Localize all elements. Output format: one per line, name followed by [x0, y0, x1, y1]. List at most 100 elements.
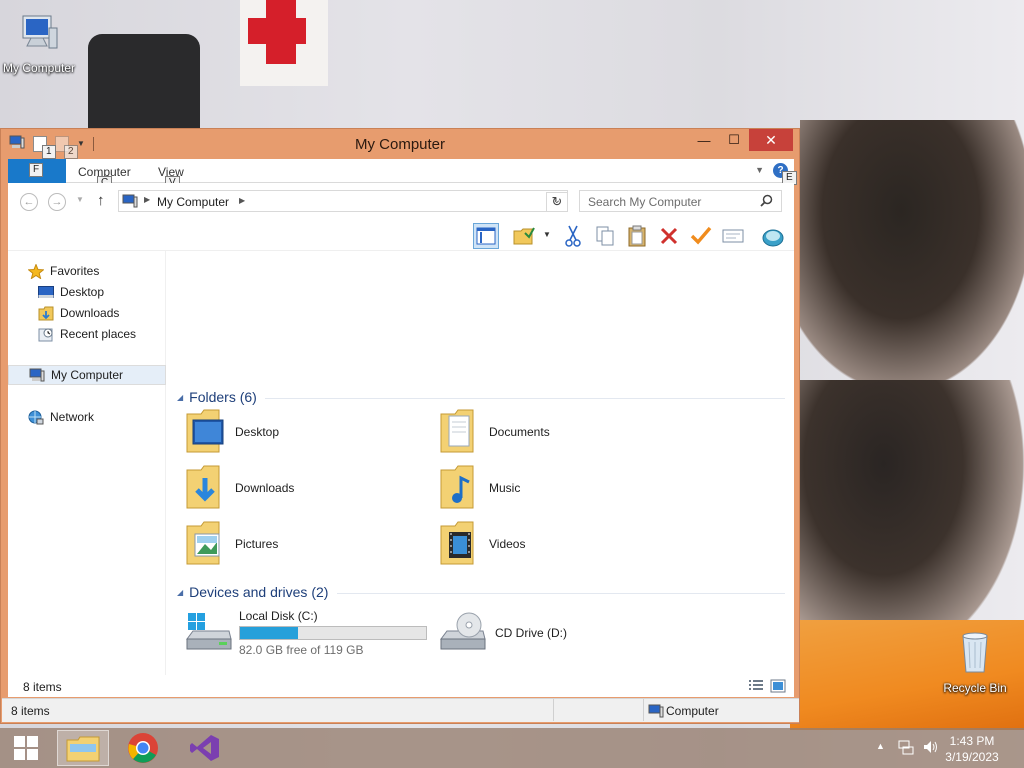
items-view: ◢ Folders (6) Desktop Documents Download… — [173, 373, 785, 673]
sidebar-item-favorites[interactable]: Favorites — [8, 261, 166, 281]
music-folder-icon — [439, 464, 481, 513]
delete-icon[interactable] — [656, 223, 682, 249]
visual-studio-icon[interactable] — [181, 730, 229, 766]
preview-pane-icon[interactable] — [473, 223, 499, 249]
group-heading: Devices and drives (2) — [189, 584, 329, 600]
search-placeholder: Search My Computer — [588, 195, 702, 209]
videos-folder-icon — [439, 520, 481, 569]
search-input[interactable]: Search My Computer — [579, 190, 782, 212]
windows-logo-icon — [14, 736, 38, 760]
sidebar-item-label: Desktop — [60, 285, 105, 299]
star-icon — [28, 263, 44, 279]
breadcrumb-chevron-icon[interactable]: ▶ — [144, 195, 150, 204]
item-count: 8 items — [23, 680, 62, 694]
computer-icon — [1, 10, 77, 57]
tab-file[interactable]: F — [8, 159, 66, 183]
taskbar: ▲ 1:43 PM 3/19/2023 — [0, 728, 1024, 768]
folder-label: Music — [489, 481, 521, 495]
folder-label: Videos — [489, 537, 526, 551]
file-explorer-icon[interactable] — [57, 730, 109, 766]
desktop-icon-label: My Computer — [2, 61, 76, 75]
folder-tile-pictures[interactable]: Pictures — [185, 518, 435, 570]
drive-label: Local Disk (C:) — [239, 609, 318, 623]
rename-icon[interactable] — [720, 223, 746, 249]
folder-tile-documents[interactable]: Documents — [439, 406, 689, 458]
group-divider — [337, 593, 785, 594]
volume-icon[interactable] — [922, 739, 938, 758]
folder-tile-desktop[interactable]: Desktop — [185, 406, 435, 458]
status-bar: 8 items Computer — [2, 698, 799, 722]
desktop-folder-icon — [185, 408, 227, 457]
folder-tile-downloads[interactable]: Downloads — [185, 462, 435, 514]
status-divider — [643, 699, 644, 721]
refresh-button[interactable]: ↻ — [546, 192, 568, 212]
minimize-button[interactable]: — — [689, 129, 719, 151]
collapse-triangle-icon[interactable]: ◢ — [177, 393, 183, 402]
window-title: My Computer — [354, 136, 446, 153]
forward-button[interactable]: → — [48, 193, 66, 211]
folder-tile-music[interactable]: Music — [439, 462, 689, 514]
copy-icon[interactable] — [592, 223, 618, 249]
close-button[interactable]: ✕ — [749, 129, 793, 151]
recent-places-icon — [38, 327, 54, 341]
large-icons-view-icon[interactable] — [770, 679, 786, 696]
folder-tile-videos[interactable]: Videos — [439, 518, 689, 570]
clock-time[interactable]: 1:43 PM — [942, 734, 1002, 748]
desktop-icon-recycle-bin[interactable]: Recycle Bin — [937, 630, 1013, 695]
drive-info: Local Disk (C:) 82.0 GB free of 119 GB — [239, 609, 427, 657]
downloads-icon — [38, 306, 54, 320]
sidebar-item-downloads[interactable]: Downloads — [8, 303, 166, 323]
back-button[interactable]: ← — [20, 193, 38, 211]
network-globe-icon[interactable] — [760, 223, 786, 249]
command-toolbar: ▼ — [8, 219, 794, 251]
folders-group-header[interactable]: ◢ Folders (6) — [177, 389, 257, 405]
breadcrumb-chevron-icon[interactable]: ▶ — [239, 196, 245, 205]
computer-icon — [29, 368, 45, 382]
up-button[interactable]: ↑ — [97, 192, 105, 209]
downloads-folder-icon — [185, 464, 227, 513]
desktop-icon-label: Recycle Bin — [943, 681, 1007, 695]
drive-label: CD Drive (D:) — [495, 626, 567, 640]
folder-options-icon[interactable] — [511, 223, 537, 249]
group-divider — [265, 398, 785, 399]
sidebar-item-label: Favorites — [50, 264, 100, 278]
paste-icon[interactable] — [624, 223, 650, 249]
wallpaper-photo-region — [800, 120, 1024, 380]
view-status-row: 8 items — [8, 675, 794, 697]
network-tray-icon[interactable] — [898, 739, 914, 758]
drive-tile-d[interactable]: CD Drive (D:) — [439, 607, 689, 659]
sidebar-item-my-computer[interactable]: My Computer — [8, 365, 166, 385]
drive-tile-c[interactable]: Local Disk (C:) 82.0 GB free of 119 GB — [185, 607, 435, 659]
wallpaper-red-cross-sign — [240, 0, 328, 86]
network-icon — [28, 410, 44, 424]
window-controls: — ☐ ✕ — [689, 129, 793, 151]
title-bar[interactable]: ▼ 1 2 My Computer — ☐ ✕ — [1, 129, 799, 159]
collapse-triangle-icon[interactable]: ◢ — [177, 588, 183, 597]
cut-icon[interactable] — [560, 223, 586, 249]
checkmark-icon[interactable] — [688, 223, 714, 249]
sidebar-item-label: My Computer — [51, 368, 124, 382]
computer-small-icon — [122, 194, 138, 211]
drives-group-header[interactable]: ◢ Devices and drives (2) — [177, 584, 328, 600]
status-item-count: 8 items — [11, 704, 50, 718]
computer-small-icon — [648, 704, 664, 721]
maximize-button[interactable]: ☐ — [719, 129, 749, 151]
expand-ribbon-chevron-icon[interactable]: ▼ — [755, 165, 764, 175]
pictures-folder-icon — [185, 520, 227, 569]
sidebar-item-network[interactable]: Network — [8, 407, 166, 427]
recent-locations-chevron-icon[interactable]: ▼ — [76, 195, 84, 204]
drive-usage-bar — [239, 626, 427, 640]
start-button[interactable] — [2, 730, 50, 766]
desktop-icon-my-computer[interactable]: My Computer — [1, 10, 77, 75]
drive-usage-fill — [240, 627, 298, 639]
sidebar-item-desktop[interactable]: Desktop — [8, 282, 166, 302]
address-bar[interactable]: ▶ My Computer ▶ ⌄ — [118, 190, 568, 212]
chrome-icon[interactable] — [119, 730, 167, 766]
sidebar-item-recent-places[interactable]: Recent places — [8, 324, 166, 344]
dropdown-chevron-icon[interactable]: ▼ — [543, 230, 551, 239]
keytip: F — [29, 163, 44, 177]
details-view-icon[interactable] — [748, 679, 764, 696]
search-icon[interactable] — [760, 194, 773, 210]
show-hidden-icons-chevron[interactable]: ▲ — [876, 741, 885, 751]
clock-date[interactable]: 3/19/2023 — [942, 750, 1002, 764]
